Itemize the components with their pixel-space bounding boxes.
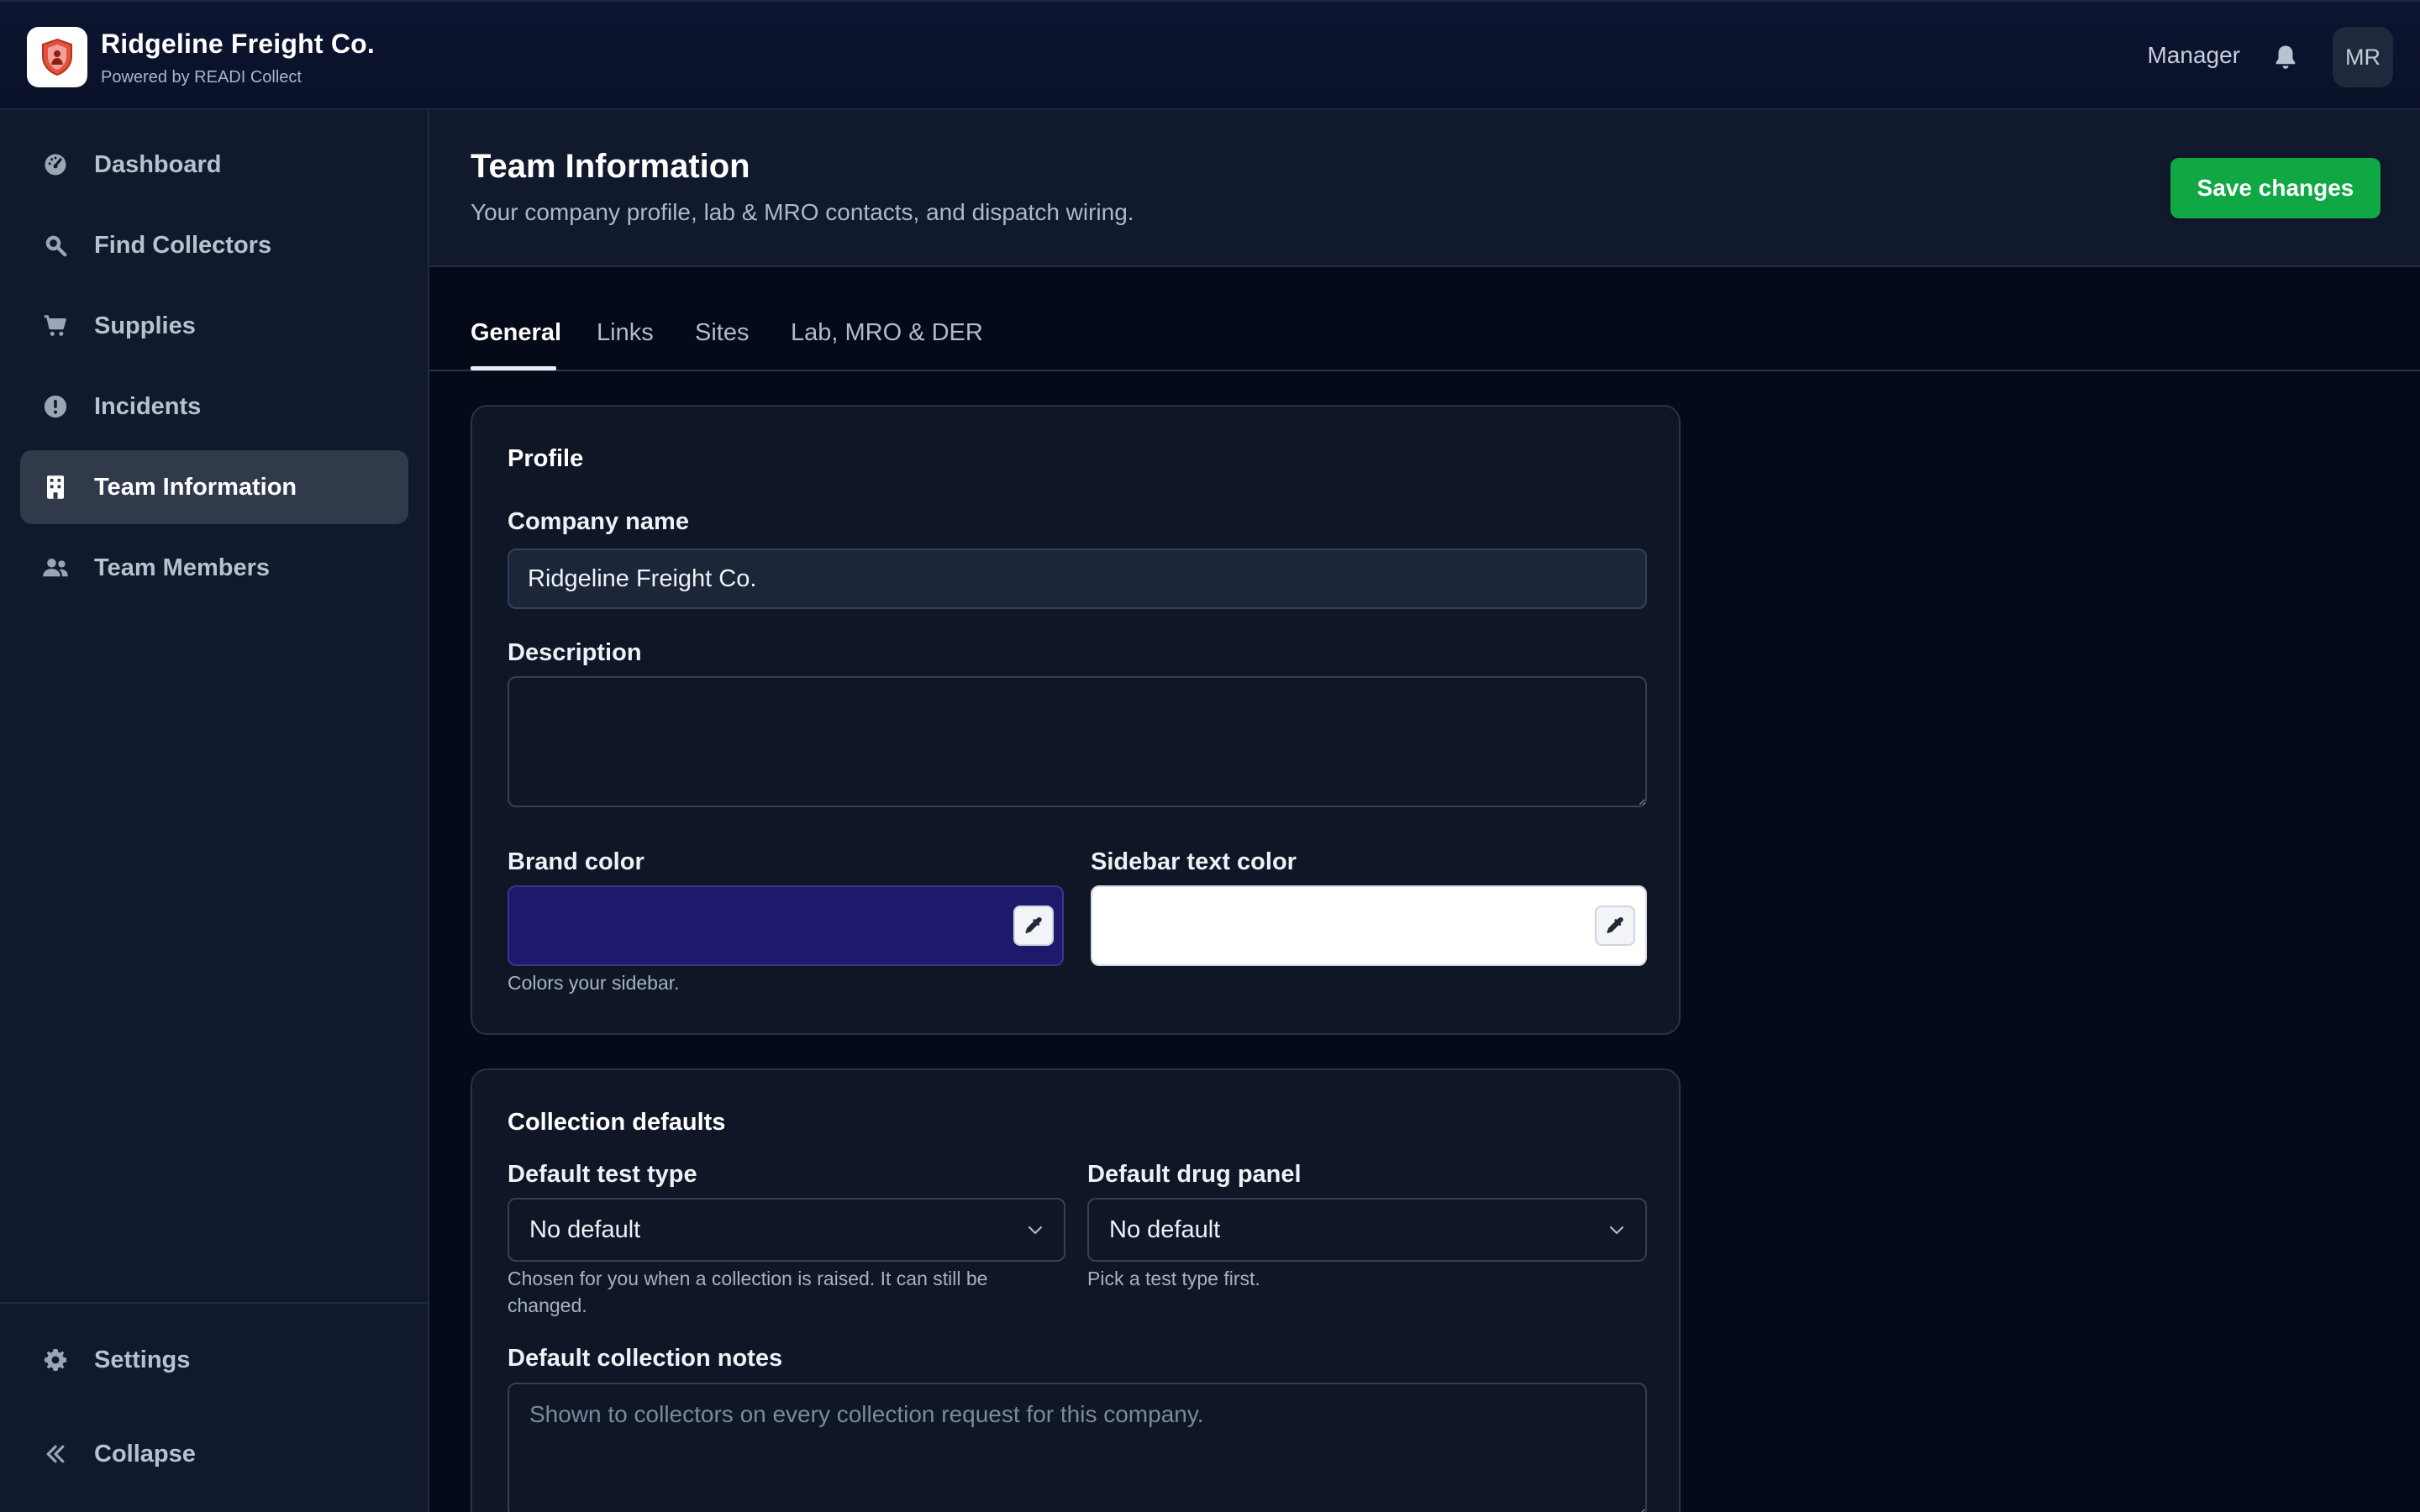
default-test-type-label: Default test type (508, 1161, 697, 1188)
default-drug-panel-label: Default drug panel (1087, 1161, 1302, 1188)
sidebar-item-label: Incidents (94, 393, 202, 420)
profile-card: Profile Company name Description Brand c… (471, 405, 1681, 1035)
collection-defaults-title: Collection defaults (508, 1109, 726, 1136)
building-icon (42, 474, 69, 501)
alert-icon (42, 393, 69, 420)
search-icon (42, 232, 69, 259)
sidebar-item-supplies[interactable]: Supplies (20, 289, 408, 363)
tab-bar: General Links Sites Lab, MRO & DER (429, 267, 2420, 371)
sidebar-item-label: Find Collectors (94, 232, 272, 259)
page-header: Team Information Your company profile, l… (429, 110, 2420, 267)
brand-color-picker-button[interactable] (1013, 906, 1054, 946)
top-bar: Ridgeline Freight Co. Powered by READI C… (0, 0, 2420, 110)
sidebar-text-color-swatch[interactable] (1091, 885, 1647, 966)
sidebar-item-label: Team Members (94, 554, 270, 581)
cart-icon (42, 312, 69, 339)
sidebar-item-team-information[interactable]: Team Information (20, 450, 408, 524)
sidebar-divider (0, 1302, 428, 1304)
sidebar-item-label: Supplies (94, 312, 196, 339)
sidebar-item-team-members[interactable]: Team Members (20, 531, 408, 605)
company-logo[interactable] (27, 27, 87, 87)
powered-by: Powered by READI Collect (101, 68, 302, 87)
chevron-down-icon (1028, 1226, 1043, 1235)
eyedropper-icon (1607, 916, 1623, 934)
double-chevron-left-icon (42, 1441, 69, 1467)
company-name-input[interactable] (508, 549, 1647, 609)
company-name-label: Company name (508, 508, 689, 535)
sidebar-text-color-picker-button[interactable] (1595, 906, 1635, 946)
profile-card-title: Profile (508, 445, 584, 472)
user-avatar[interactable]: MR (2333, 27, 2393, 87)
page-subtitle: Your company profile, lab & MRO contacts… (471, 199, 1134, 225)
eyedropper-icon (1025, 916, 1042, 934)
shield-logo-icon (42, 38, 72, 76)
sidebar-item-label: Dashboard (94, 151, 222, 178)
gauge-icon (42, 151, 69, 178)
page-title: Team Information (471, 148, 750, 185)
gear-icon (42, 1347, 69, 1373)
sidebar-item-label: Collapse (94, 1441, 196, 1467)
brand-color-swatch[interactable] (508, 885, 1064, 966)
sidebar-item-label: Team Information (94, 474, 297, 501)
default-collection-notes-textarea[interactable] (508, 1383, 1647, 1512)
default-test-type-select[interactable]: No default (508, 1198, 1065, 1262)
tab-general[interactable]: General (471, 319, 561, 371)
sidebar-item-dashboard[interactable]: Dashboard (20, 128, 408, 202)
collection-defaults-card: Collection defaults Default test type No… (471, 1068, 1681, 1512)
default-collection-notes-label: Default collection notes (508, 1345, 783, 1372)
description-label: Description (508, 639, 642, 666)
sidebar-item-settings[interactable]: Settings (20, 1323, 408, 1397)
chevron-down-icon (1609, 1226, 1624, 1235)
active-tab-indicator (471, 366, 556, 370)
sidebar-text-color-label: Sidebar text color (1091, 848, 1297, 875)
brand-color-label: Brand color (508, 848, 644, 875)
tab-sites[interactable]: Sites (695, 319, 749, 371)
default-test-type-hint: Chosen for you when a collection is rais… (508, 1268, 988, 1316)
sidebar-item-incidents[interactable]: Incidents (20, 370, 408, 444)
brand-color-hint: Colors your sidebar. (508, 972, 680, 994)
sidebar-item-label: Settings (94, 1347, 191, 1373)
default-drug-panel-value: No default (1109, 1216, 1221, 1243)
sidebar-item-find-collectors[interactable]: Find Collectors (20, 208, 408, 282)
bell-icon (2275, 45, 2296, 69)
company-name: Ridgeline Freight Co. (101, 29, 375, 59)
tab-links[interactable]: Links (597, 319, 654, 371)
default-drug-panel-select[interactable]: No default (1087, 1198, 1647, 1262)
save-changes-button[interactable]: Save changes (2170, 158, 2381, 218)
default-test-type-value: No default (529, 1216, 641, 1243)
tab-lab-mro-der[interactable]: Lab, MRO & DER (791, 319, 983, 371)
description-textarea[interactable] (508, 676, 1647, 807)
sidebar-item-collapse[interactable]: Collapse (20, 1417, 408, 1491)
notifications-button[interactable] (2269, 40, 2302, 74)
users-icon (42, 554, 69, 581)
role-label: Manager (2147, 42, 2240, 68)
default-drug-panel-hint: Pick a test type first. (1087, 1268, 1260, 1289)
